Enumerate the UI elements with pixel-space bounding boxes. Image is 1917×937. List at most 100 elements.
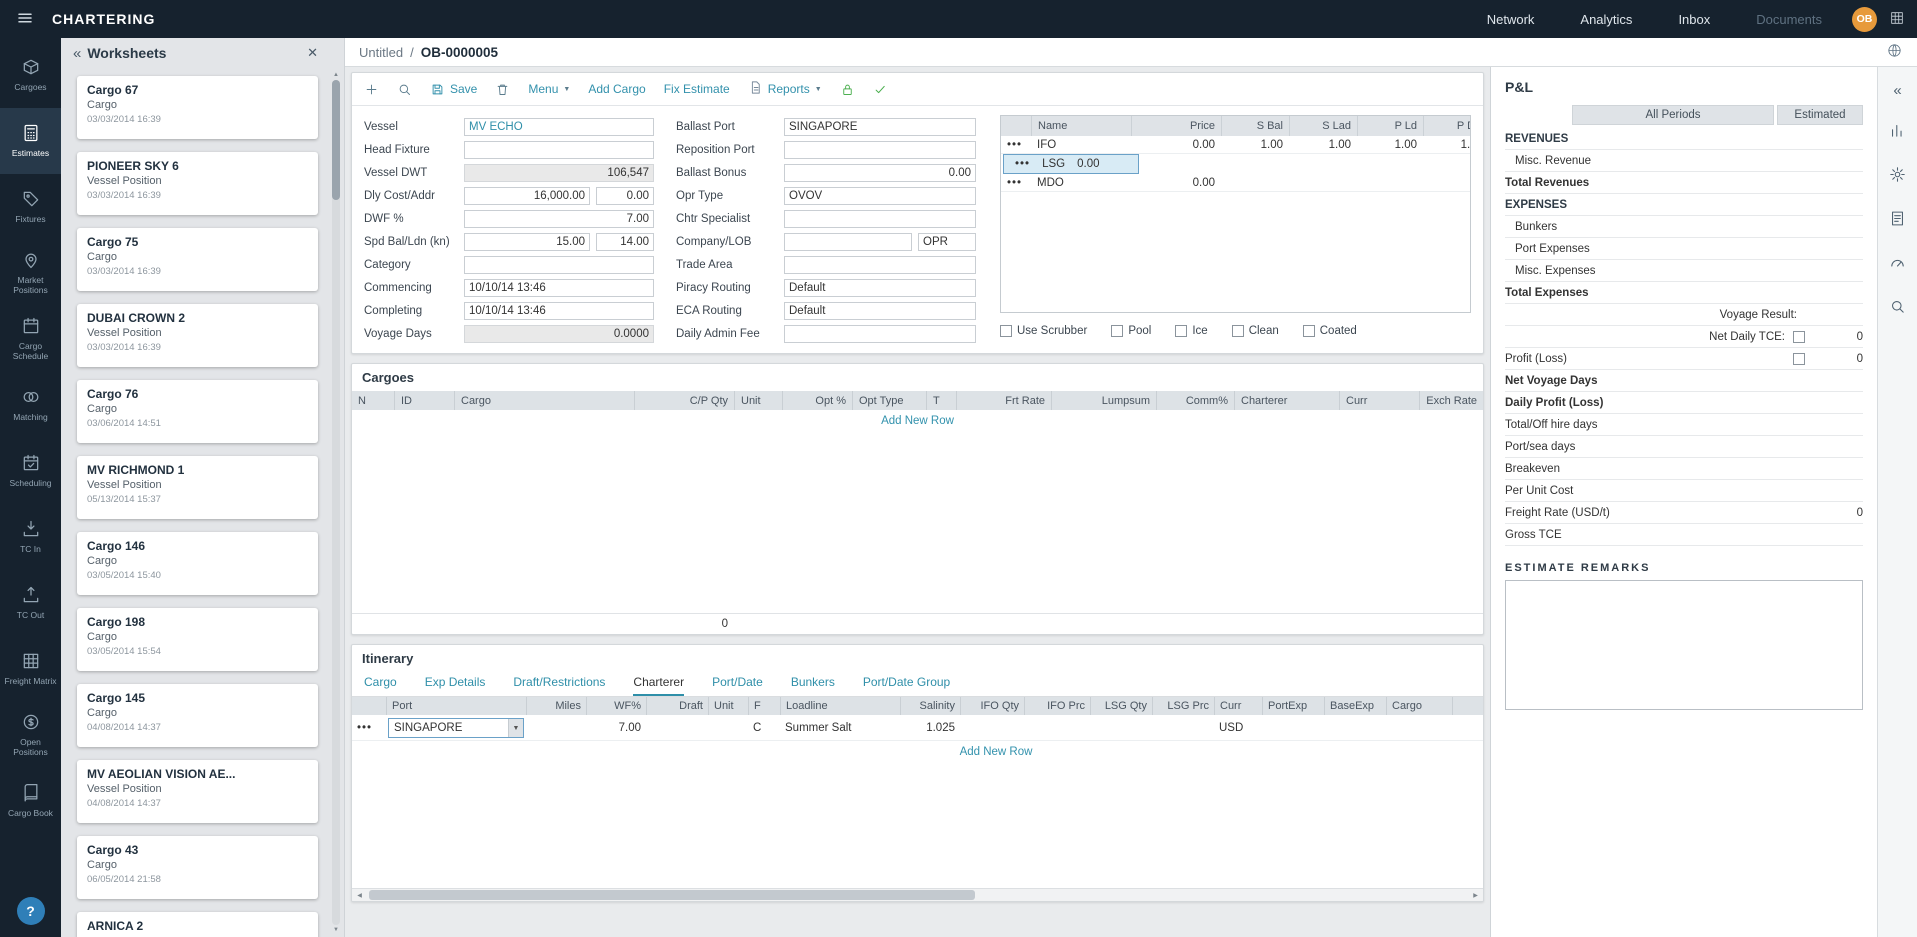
draft-cell[interactable] [646,715,708,741]
bunker-price[interactable]: 0.00 [1131,136,1221,153]
lsg-qty-cell[interactable] [1090,715,1152,741]
expand-panel-icon[interactable]: « [1893,83,1901,98]
opr-type-field[interactable] [784,187,976,205]
reports-button[interactable]: Reports ▼ [748,80,822,98]
bunker-p-dis[interactable] [1423,174,1471,191]
row-menu-icon[interactable]: ••• [1001,136,1031,153]
ifo-qty-cell[interactable] [960,715,1024,741]
profit-loss-checkbox[interactable] [1793,353,1805,365]
rail-item-market-positions[interactable]: Market Positions [0,240,61,306]
chevron-down-icon[interactable]: ▼ [508,719,523,737]
help-button[interactable]: ? [17,897,45,925]
bunker-s-lad[interactable]: 1.00 [1289,136,1357,153]
tab-draft-restrictions[interactable]: Draft/Restrictions [513,675,605,696]
scrollbar-track[interactable] [332,80,340,925]
itinerary-row[interactable]: ••• SINGAPORE ▼ 7.00 C [352,715,1483,741]
coated-checkbox[interactable] [1303,325,1315,337]
nav-inbox[interactable]: Inbox [1678,12,1710,27]
portexp-cell[interactable] [1262,715,1324,741]
globe-icon[interactable] [1886,42,1903,62]
addr-field[interactable] [596,187,654,205]
baseexp-cell[interactable] [1324,715,1386,741]
bunker-p-ld[interactable] [1357,174,1423,191]
rail-item-cargo-book[interactable]: Cargo Book [0,768,61,834]
bunker-s-lad[interactable] [1289,174,1357,191]
close-icon[interactable]: ✕ [307,45,318,61]
daily-admin-fee-field[interactable] [784,325,976,343]
worksheet-card[interactable]: PIONEER SKY 6 Vessel Position 03/03/2014… [77,152,318,215]
function-cell[interactable]: C [748,715,780,741]
use-scrubber-checkbox[interactable] [1000,325,1012,337]
speed-ballast-field[interactable] [464,233,590,251]
bunker-price[interactable]: 0.00 [1131,174,1221,191]
nav-analytics[interactable]: Analytics [1580,12,1632,27]
avatar[interactable]: OB [1852,7,1877,32]
rail-item-fixtures[interactable]: Fixtures [0,174,61,240]
rail-item-cargo-schedule[interactable]: Cargo Schedule [0,306,61,372]
tab-cargo[interactable]: Cargo [364,675,397,696]
reposition-port-field[interactable] [784,141,976,159]
worksheet-card[interactable]: DUBAI CROWN 2 Vessel Position 03/03/2014… [77,304,318,367]
eca-routing-field[interactable] [784,302,976,320]
collapse-panel-icon[interactable]: « [73,46,81,61]
net-daily-tce-checkbox[interactable] [1793,331,1805,343]
salinity-cell[interactable]: 1.025 [900,715,960,741]
rail-item-estimates[interactable]: Estimates [0,108,61,174]
worksheet-card[interactable]: MV RICHMOND 1 Vessel Position 05/13/2014… [77,456,318,519]
tab-charterer[interactable]: Charterer [633,675,684,696]
scroll-left-icon[interactable]: ◀ [352,889,367,901]
tab-bunkers[interactable]: Bunkers [791,675,835,696]
commencing-field[interactable] [464,279,654,297]
rail-item-matching[interactable]: Matching [0,372,61,438]
loadline-cell[interactable]: Summer Salt [780,715,900,741]
scrollbar-track[interactable] [367,889,1468,901]
fix-estimate-button[interactable]: Fix Estimate [664,82,730,96]
speed-laden-field[interactable] [596,233,654,251]
scrollbar-thumb[interactable] [332,80,340,200]
grid-apps-icon[interactable] [1889,10,1905,29]
row-menu-icon[interactable]: ••• [1009,158,1036,170]
bunker-row-mdo[interactable]: ••• MDO 0.00 [1001,174,1470,192]
bunker-row-lsg[interactable]: ••• LSG 0.00 [1003,154,1139,174]
search-button[interactable] [397,82,412,97]
piracy-routing-field[interactable] [784,279,976,297]
unit-cell[interactable] [708,715,748,741]
completing-field[interactable] [464,302,654,320]
port-select[interactable]: SINGAPORE ▼ [388,718,524,738]
pnl-period-header[interactable]: All Periods [1572,105,1774,125]
itinerary-add-new-row[interactable]: Add New Row [352,741,1483,763]
rail-item-tc-out[interactable]: TC Out [0,570,61,636]
delete-button[interactable] [495,82,510,97]
save-button[interactable]: Save [430,82,477,97]
bunker-s-bal[interactable] [1221,174,1289,191]
scroll-right-icon[interactable]: ▶ [1468,889,1483,901]
worksheet-card[interactable]: Cargo 75 Cargo 03/03/2014 16:39 [77,228,318,291]
breadcrumb-parent[interactable]: Untitled [359,45,403,60]
worksheet-card[interactable]: Cargo 198 Cargo 03/05/2014 15:54 [77,608,318,671]
vessel-field[interactable] [464,118,654,136]
hamburger-menu-icon[interactable] [0,9,52,30]
gear-icon[interactable] [1889,166,1906,186]
cargoes-add-new-row[interactable]: Add New Row [352,410,1483,432]
cargo-cell[interactable] [1386,715,1452,741]
worksheet-card[interactable]: Cargo 67 Cargo 03/03/2014 16:39 [77,76,318,139]
curr-cell[interactable]: USD [1214,715,1262,741]
worksheet-card[interactable]: ARNICA 2 [77,912,318,937]
tab-port-date-group[interactable]: Port/Date Group [863,675,950,696]
clean-checkbox[interactable] [1232,325,1244,337]
rail-item-scheduling[interactable]: Scheduling [0,438,61,504]
lob-field[interactable] [918,233,976,251]
dwf-field[interactable] [464,210,654,228]
worksheet-card[interactable]: MV AEOLIAN VISION AE... Vessel Position … [77,760,318,823]
worksheet-card[interactable]: Cargo 76 Cargo 03/06/2014 14:51 [77,380,318,443]
miles-cell[interactable] [526,715,586,741]
bunker-s-bal[interactable]: 1.00 [1221,136,1289,153]
chart-icon[interactable] [1889,122,1906,142]
category-field[interactable] [464,256,654,274]
bunker-p-dis[interactable]: 1.00 [1423,136,1471,153]
add-button[interactable] [364,82,379,97]
scroll-up-icon[interactable]: ▲ [333,70,339,80]
horizontal-scrollbar[interactable]: ◀ ▶ [352,888,1483,901]
search-icon[interactable] [1889,298,1906,318]
ifo-prc-cell[interactable] [1024,715,1090,741]
